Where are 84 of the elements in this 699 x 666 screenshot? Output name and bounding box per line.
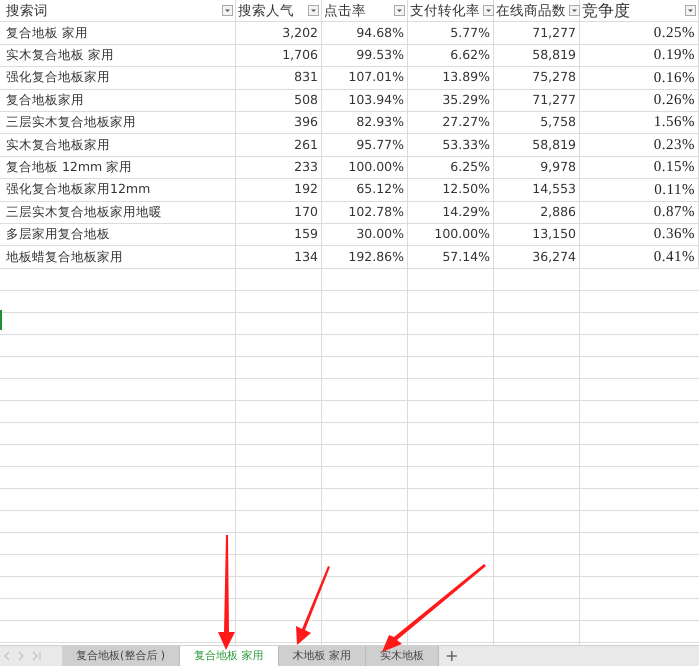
column-header: 搜索词 (5, 2, 49, 21)
table-cell-text: 100.00% (433, 225, 491, 244)
table-cell-text: 27.27% (441, 113, 491, 132)
table-cell-text: 复合地板家用 (5, 90, 85, 109)
table-cell-text: 99.53% (355, 46, 405, 64)
sheet-tab[interactable]: 木地板 家用 (278, 646, 366, 666)
table-cell-text: 396 (293, 113, 319, 132)
table-cell-text: 192.86% (347, 248, 405, 266)
sheet-tab[interactable]: 复合地板(整合后 ) (62, 646, 180, 666)
filter-dropdown-icon[interactable] (222, 5, 233, 16)
table-cell-text: 36,274 (531, 248, 577, 266)
table-cell-text: 14,553 (531, 180, 577, 198)
table-cell-text: 复合地板 家用 (5, 24, 89, 42)
filter-dropdown-icon[interactable] (685, 5, 696, 16)
table-cell-text: 159 (293, 225, 319, 244)
table-cell-text: 95.77% (355, 136, 405, 154)
sheet-tab[interactable]: 复合地板 家用 (180, 646, 279, 666)
table-cell-text: 261 (293, 136, 319, 154)
table-cell-text: 复合地板 12mm 家用 (5, 158, 134, 176)
table-cell-text: 0.25% (652, 24, 696, 43)
table-cell-text: 58,819 (531, 136, 577, 154)
active-cell-marker (0, 310, 2, 330)
table-cell-text: 0.19% (652, 46, 696, 66)
table-cell-text: 0.36% (652, 225, 696, 244)
table-cell-text: 107.01% (347, 68, 405, 86)
table-cell-text: 5,758 (539, 113, 577, 132)
table-cell-text: 192 (293, 180, 319, 198)
table-cell-text: 3,202 (281, 24, 319, 42)
table-cell-text: 0.41% (652, 248, 696, 267)
table-cell-text: 0.23% (652, 136, 696, 155)
table-cell-text: 170 (293, 202, 319, 221)
table-cell-text: 57.14% (441, 248, 491, 266)
add-sheet-button[interactable]: + (439, 646, 464, 666)
table-cell-text: 94.68% (355, 24, 405, 42)
table-cell-text: 35.29% (441, 90, 491, 109)
table-cell-text: 实木复合地板家用 (5, 136, 111, 154)
table-cell-text: 82.93% (355, 113, 405, 132)
table-cell-text: 100.00% (347, 158, 405, 176)
table-cell-text: 14.29% (441, 202, 491, 221)
column-header: 支付转化率 (409, 2, 481, 21)
table-cell-text: 71,277 (531, 24, 577, 42)
table-cell-text: 强化复合地板家用 (5, 68, 111, 86)
table-cell-text: 9,978 (539, 158, 577, 176)
table-cell-text: 三层实木复合地板家用地暖 (5, 202, 163, 221)
table-cell-text: 65.12% (355, 180, 405, 198)
table-cell-text: 2,886 (539, 202, 577, 221)
column-header: 在线商品数 (495, 2, 567, 21)
table-cell-text: 13.89% (441, 68, 491, 86)
table-cell-text: 实木复合地板 家用 (5, 46, 115, 64)
table-cell-text: 134 (293, 248, 319, 266)
filter-dropdown-icon[interactable] (308, 5, 319, 16)
sheet-tab[interactable]: 实木地板 (366, 646, 440, 666)
table-cell-text: 53.33% (441, 136, 491, 154)
table-cell-text: 6.62% (449, 46, 491, 64)
table-cell-text: 508 (293, 90, 319, 109)
table-cell-text: 0.15% (652, 158, 696, 178)
table-cell-text: 1.56% (652, 113, 696, 132)
table-cell-text: 0.16% (652, 68, 696, 88)
table-cell-text: 58,819 (531, 46, 577, 64)
table-cell-text: 0.26% (652, 91, 696, 110)
table-cell-text: 强化复合地板家用12mm (5, 180, 152, 198)
table-cell-text: 6.25% (449, 158, 491, 176)
table-cell-text: 831 (293, 68, 319, 86)
table-cell-text: 75,278 (531, 68, 577, 86)
table-cell-text: 三层实木复合地板家用 (5, 113, 137, 132)
table-cell-text: 102.78% (347, 202, 405, 221)
table-cell-text: 30.00% (355, 225, 405, 244)
table-cell-text: 0.11% (653, 180, 696, 200)
table-cell-text: 5.77% (449, 24, 491, 42)
table-cell-text: 233 (293, 158, 319, 176)
filter-dropdown-icon[interactable] (569, 5, 580, 16)
table-cell-text: 103.94% (347, 90, 405, 109)
column-header: 竞争度 (581, 0, 631, 22)
table-cell-text: 71,277 (531, 90, 577, 109)
table-cell-text: 多层家用复合地板 (5, 225, 111, 244)
table-cell-text: 1,706 (281, 46, 319, 64)
filter-dropdown-icon[interactable] (483, 5, 494, 16)
table-cell-text: 0.87% (652, 202, 696, 222)
column-header: 点击率 (323, 2, 367, 21)
table-cell-text: 12.50% (441, 180, 491, 198)
table-cell-text: 13,150 (531, 225, 577, 244)
column-header: 搜索人气 (237, 2, 295, 21)
table-cell-text: 地板蜡复合地板家用 (5, 248, 124, 266)
filter-dropdown-icon[interactable] (394, 5, 405, 16)
